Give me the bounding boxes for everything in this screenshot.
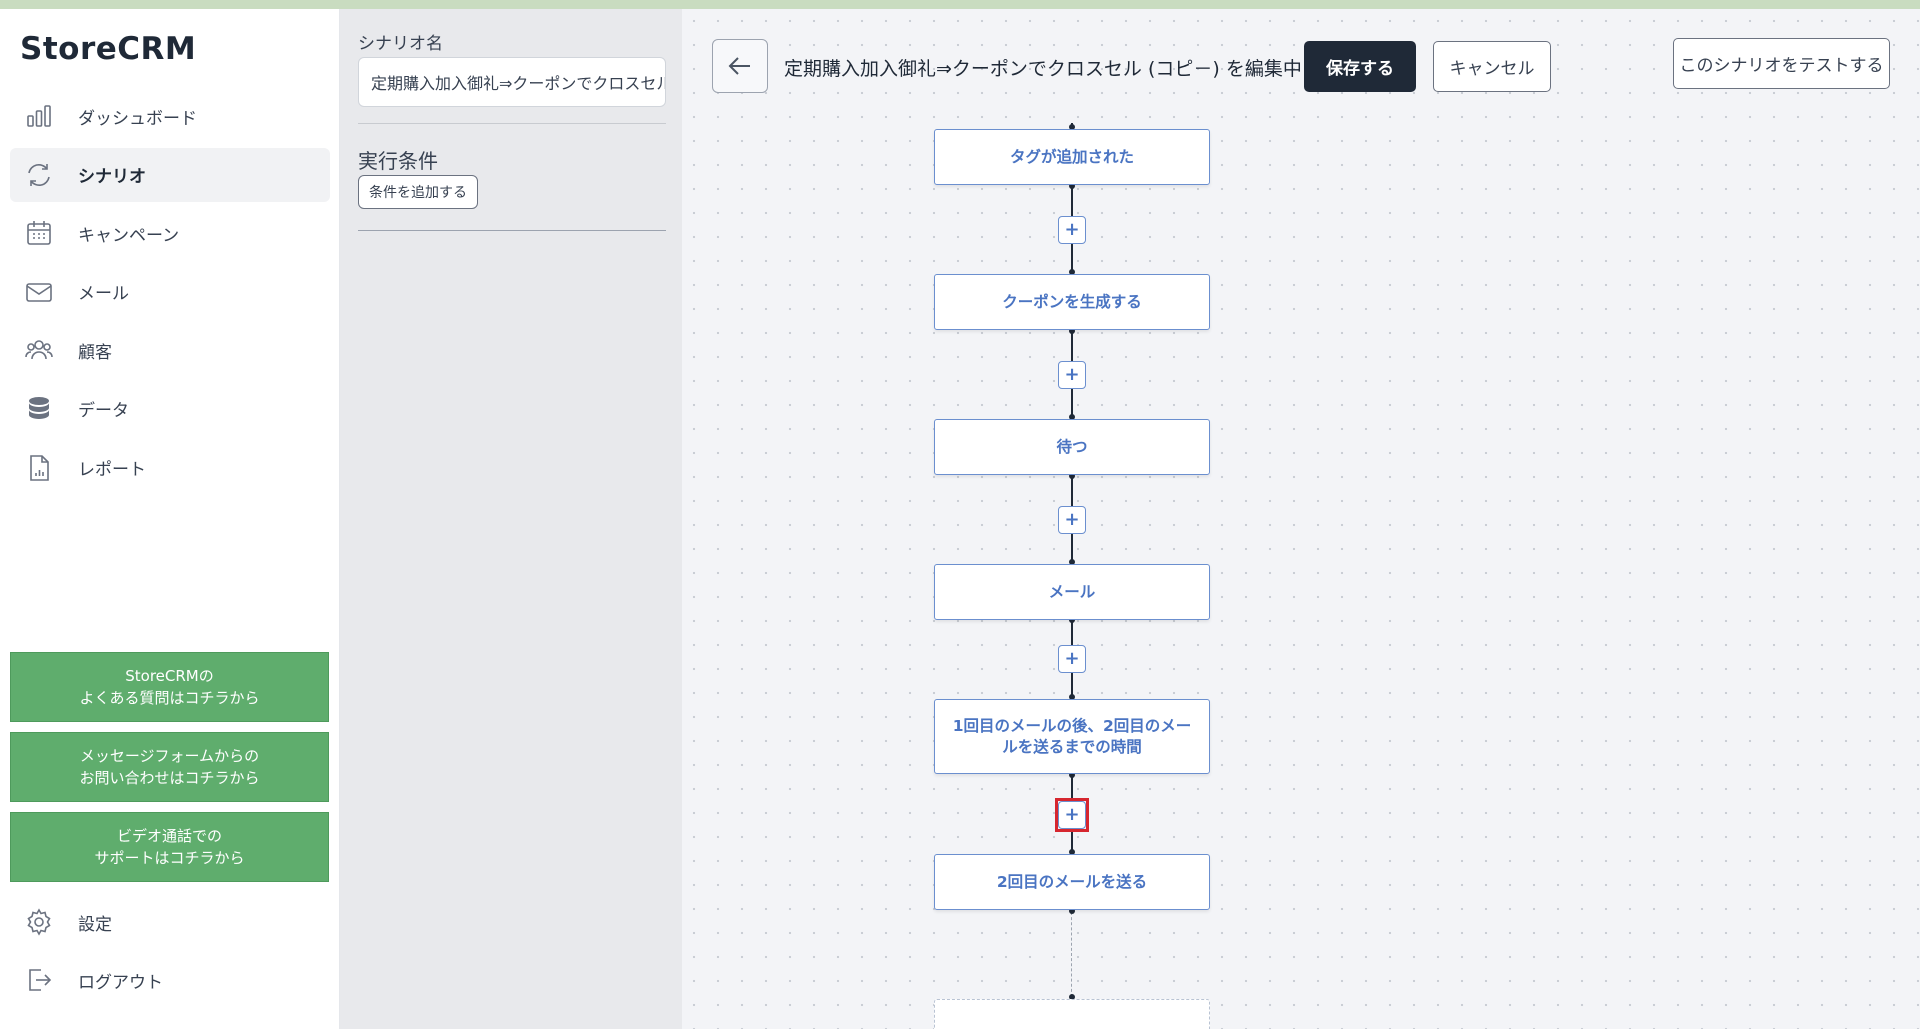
cancel-button[interactable]: キャンセル	[1433, 41, 1551, 92]
add-condition-button[interactable]: 条件を追加する	[358, 175, 478, 209]
faq-help-button[interactable]: StoreCRMの よくある質問はコチラから	[10, 652, 329, 722]
bar-chart-icon	[24, 101, 54, 131]
add-step-button[interactable]: +	[1058, 645, 1086, 673]
add-step-button[interactable]: +	[1058, 506, 1086, 534]
flow-node-mail[interactable]: メール	[934, 564, 1210, 620]
calendar-icon	[24, 218, 54, 248]
help-button-line: メッセージフォームからの	[79, 747, 260, 765]
divider	[358, 123, 666, 124]
help-button-line: ビデオ通話での	[116, 827, 222, 845]
test-scenario-button[interactable]: このシナリオをテストする	[1673, 38, 1890, 89]
sidebar-item-label: シナリオ	[78, 167, 146, 188]
mail-icon	[24, 277, 54, 307]
database-icon	[24, 394, 54, 424]
flow-canvas[interactable]	[682, 9, 1920, 1029]
sidebar-item-dashboard[interactable]: ダッシュボード	[10, 89, 330, 143]
sidebar-item-mail[interactable]: メール	[10, 265, 330, 319]
help-button-line: サポートはコチラから	[94, 849, 245, 867]
sidebar-item-label: レポート	[78, 460, 146, 481]
logout-icon	[24, 965, 54, 995]
help-button-line: よくある質問はコチラから	[79, 689, 260, 707]
add-step-highlight	[1055, 798, 1089, 832]
scenario-name-input[interactable]: 定期購入加入御礼⇒クーポンでクロスセル (コピー)	[358, 57, 666, 107]
refresh-icon	[24, 160, 54, 190]
flow-node-wait-interval[interactable]: 1回目のメールの後、2回目のメールを送るまでの時間	[934, 699, 1210, 774]
sidebar-item-report[interactable]: レポート	[10, 441, 330, 495]
conditions-heading: 実行条件	[358, 149, 438, 173]
add-step-button[interactable]: +	[1058, 361, 1086, 389]
sidebar-item-label: 顧客	[78, 342, 112, 363]
flow-node-second-mail[interactable]: 2回目のメールを送る	[934, 854, 1210, 910]
users-icon	[24, 335, 54, 365]
sidebar-item-label: 設定	[78, 914, 112, 935]
help-button-line: StoreCRMの	[125, 667, 214, 685]
flow-node-placeholder[interactable]	[934, 999, 1210, 1029]
sidebar-item-settings[interactable]: 設定	[10, 895, 330, 949]
sidebar-item-campaign[interactable]: キャンペーン	[10, 206, 330, 260]
page-title: 定期購入加入御礼⇒クーポンでクロスセル (コピ－) を編集中	[784, 58, 1302, 80]
add-step-button[interactable]: +	[1058, 216, 1086, 244]
sidebar-item-label: ログアウト	[78, 972, 163, 993]
sidebar-item-logout[interactable]: ログアウト	[10, 953, 330, 1007]
sidebar-item-label: メール	[78, 284, 129, 305]
sidebar-nav: ダッシュボード シナリオ キャンペーン メール 顧客 データ レポート	[10, 89, 330, 499]
sidebar-item-scenario[interactable]: シナリオ	[10, 147, 330, 202]
sidebar-item-label: ダッシュボード	[78, 108, 197, 129]
sidebar-item-data[interactable]: データ	[10, 382, 330, 436]
back-button[interactable]	[712, 39, 768, 93]
sidebar-bottom-logout: ログアウト	[10, 953, 330, 1012]
arrow-left-icon	[728, 57, 750, 75]
sidebar-item-label: キャンペーン	[78, 225, 180, 246]
top-accent-bar	[0, 0, 1920, 9]
flow-node-trigger[interactable]: タグが追加された	[934, 129, 1210, 185]
app-logo[interactable]: StoreCRM	[20, 31, 196, 67]
video-support-help-button[interactable]: ビデオ通話での サポートはコチラから	[10, 812, 329, 882]
scenario-name-label: シナリオ名	[358, 34, 443, 54]
save-button[interactable]: 保存する	[1304, 41, 1416, 92]
report-icon	[24, 453, 54, 483]
sidebar-item-customers[interactable]: 顧客	[10, 323, 330, 377]
sidebar-bottom-settings: 設定	[10, 895, 330, 954]
flow-connector-dashed	[1071, 912, 1073, 997]
gear-icon	[24, 907, 54, 937]
flow-node-coupon[interactable]: クーポンを生成する	[934, 274, 1210, 330]
flow-node-wait[interactable]: 待つ	[934, 419, 1210, 475]
scenario-config-panel: シナリオ名 定期購入加入御礼⇒クーポンでクロスセル (コピー) 実行条件 条件を…	[340, 9, 682, 1029]
contact-form-help-button[interactable]: メッセージフォームからの お問い合わせはコチラから	[10, 732, 329, 802]
sidebar-item-label: データ	[78, 401, 129, 422]
help-button-line: お問い合わせはコチラから	[79, 769, 260, 787]
divider	[358, 230, 666, 231]
